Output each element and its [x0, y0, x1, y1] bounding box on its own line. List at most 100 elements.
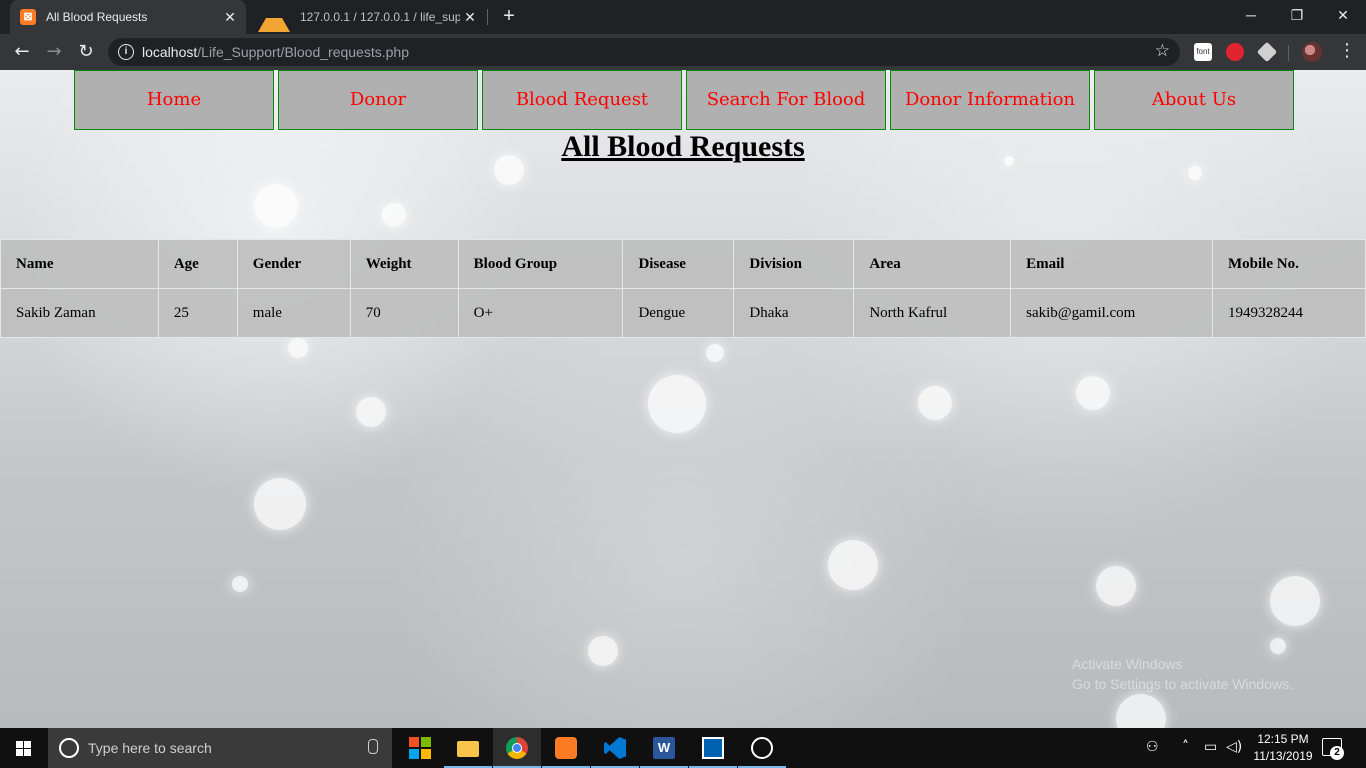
column-header-age: Age — [157, 239, 238, 289]
snip-sketch-icon — [751, 737, 773, 759]
search-placeholder: Type here to search — [88, 740, 212, 756]
reload-button[interactable]: ↻ — [74, 40, 98, 64]
bokeh-decoration — [1188, 166, 1202, 180]
column-header-blood-group: Blood Group — [457, 239, 624, 289]
chevron-up-icon[interactable]: ˄ — [1182, 739, 1189, 755]
tab-title: All Blood Requests — [46, 10, 148, 24]
cube-extension-icon[interactable] — [1256, 41, 1278, 63]
clock-date: 11/13/2019 — [1253, 749, 1313, 763]
nav-donor-information[interactable]: Donor Information — [890, 70, 1090, 130]
tab-phpmyadmin[interactable]: 127.0.0.1 / 127.0.0.1 / life_support ✕ — [250, 0, 486, 34]
bokeh-decoration — [1270, 576, 1320, 626]
page-content: Home Donor Blood Request Search For Bloo… — [0, 70, 1366, 728]
cell-gender: male — [236, 288, 351, 338]
page-title: All Blood Requests — [561, 130, 805, 163]
adblock-extension-icon[interactable] — [1226, 43, 1244, 61]
nav-blood-request[interactable]: Blood Request — [482, 70, 682, 130]
blood-requests-table: Name Age Gender Weight Blood Group Disea… — [0, 239, 1366, 338]
volume-icon[interactable]: ◁) — [1226, 739, 1242, 755]
nav-donor[interactable]: Donor — [278, 70, 478, 130]
restore-button[interactable]: ❐ — [1274, 0, 1320, 30]
chrome-icon — [506, 737, 528, 759]
site-info-icon[interactable]: i — [118, 44, 134, 60]
nav-about-us[interactable]: About Us — [1094, 70, 1294, 130]
main-nav: Home Donor Blood Request Search For Bloo… — [74, 70, 1298, 130]
bokeh-decoration — [254, 478, 306, 530]
bookmark-star-icon[interactable]: ☆ — [1155, 41, 1170, 61]
column-header-gender: Gender — [236, 239, 351, 289]
browser-toolbar: ← → ↻ i localhost/Life_Support/Blood_req… — [0, 34, 1366, 70]
column-header-email: Email — [1010, 239, 1214, 289]
watermark-line1: Activate Windows — [1072, 656, 1183, 672]
bokeh-decoration — [918, 386, 952, 420]
microphone-icon[interactable] — [368, 739, 378, 754]
taskbar-search-box[interactable]: Type here to search — [48, 728, 392, 768]
column-header-weight: Weight — [349, 239, 459, 289]
column-header-mobile: Mobile No. — [1212, 239, 1366, 289]
cell-disease: Dengue — [622, 288, 735, 338]
bokeh-decoration — [1270, 638, 1286, 654]
column-header-area: Area — [853, 239, 1012, 289]
phpmyadmin-icon — [258, 2, 290, 32]
taskbar-clock[interactable]: 12:15 PM 11/13/2019 — [1248, 731, 1318, 765]
column-header-name: Name — [0, 239, 159, 289]
bokeh-decoration — [232, 576, 248, 592]
people-icon[interactable]: ⚇ — [1146, 739, 1159, 755]
bokeh-decoration — [828, 540, 878, 590]
close-tab-icon[interactable]: ✕ — [220, 9, 240, 26]
browser-menu-icon[interactable]: ⋮ — [1338, 40, 1356, 61]
taskbar-photos[interactable] — [689, 728, 737, 768]
url-path: /Life_Support/Blood_requests.php — [197, 44, 409, 60]
word-icon: W — [653, 737, 675, 759]
toolbar-separator — [1288, 45, 1289, 61]
cell-weight: 70 — [349, 288, 459, 338]
browser-tab-bar: ⊠ All Blood Requests ✕ 127.0.0.1 / 127.0… — [0, 0, 1366, 34]
cell-mobile: 1949328244 — [1212, 288, 1366, 338]
url-text[interactable]: localhost/Life_Support/Blood_requests.ph… — [142, 44, 409, 60]
xampp-icon: ⊠ — [20, 9, 36, 25]
taskbar-snip-sketch[interactable] — [738, 728, 786, 768]
taskbar-word[interactable]: W — [640, 728, 688, 768]
bokeh-decoration — [1076, 376, 1110, 410]
close-tab-icon[interactable]: ✕ — [460, 9, 480, 26]
bokeh-decoration — [706, 344, 724, 362]
activate-windows-watermark: Activate Windows Go to Settings to activ… — [1072, 654, 1293, 694]
cell-email: sakib@gamil.com — [1010, 288, 1214, 338]
nav-search-for-blood[interactable]: Search For Blood — [686, 70, 886, 130]
taskbar-xampp[interactable] — [542, 728, 590, 768]
folder-icon — [457, 741, 479, 757]
profile-avatar[interactable] — [1302, 42, 1322, 62]
table-header-row: Name Age Gender Weight Blood Group Disea… — [0, 239, 1366, 289]
xampp-icon — [555, 737, 577, 759]
watermark-line2: Go to Settings to activate Windows. — [1072, 676, 1293, 692]
taskbar-vscode[interactable] — [591, 728, 639, 768]
font-extension-icon[interactable]: font — [1194, 43, 1212, 61]
start-button[interactable] — [0, 728, 48, 768]
battery-icon[interactable]: ▭ — [1204, 739, 1217, 755]
column-header-disease: Disease — [622, 239, 735, 289]
cortana-icon — [59, 738, 79, 758]
clock-time: 12:15 PM — [1257, 732, 1309, 746]
notification-count-badge: 2 — [1330, 746, 1344, 760]
taskbar-file-explorer[interactable] — [444, 728, 492, 768]
address-bar[interactable]: i localhost/Life_Support/Blood_requests.… — [108, 38, 1180, 66]
forward-button[interactable]: → — [42, 40, 66, 64]
bokeh-decoration — [648, 375, 706, 433]
bokeh-decoration — [1096, 566, 1136, 606]
bokeh-decoration — [1116, 694, 1166, 728]
close-window-button[interactable]: ✕ — [1320, 0, 1366, 30]
minimize-button[interactable]: ─ — [1228, 0, 1274, 30]
nav-home[interactable]: Home — [74, 70, 274, 130]
tab-title: 127.0.0.1 / 127.0.0.1 / life_support — [300, 10, 460, 24]
bokeh-decoration — [588, 636, 618, 666]
tab-separator — [487, 9, 488, 25]
bokeh-decoration — [288, 338, 308, 358]
back-button[interactable]: ← — [10, 40, 34, 64]
new-tab-button[interactable]: + — [498, 5, 520, 27]
windows-logo-icon — [16, 741, 31, 756]
bokeh-decoration — [254, 184, 298, 228]
tab-all-blood-requests[interactable]: ⊠ All Blood Requests ✕ — [10, 0, 246, 34]
taskbar-chrome[interactable] — [493, 728, 541, 768]
taskbar-store[interactable] — [396, 728, 444, 768]
cell-name: Sakib Zaman — [0, 288, 159, 338]
